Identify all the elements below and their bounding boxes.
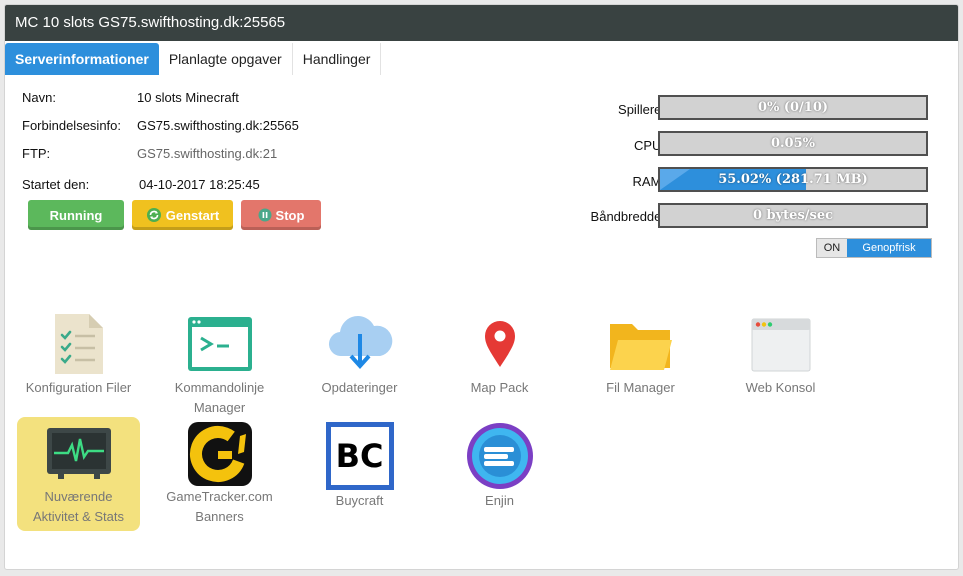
tile-enjin[interactable]: Enjin [438, 417, 561, 517]
tile-gametracker[interactable]: GameTracker.com Banners [158, 417, 281, 531]
cloud-download-icon [328, 316, 392, 369]
started-label: Startet den: [22, 177, 90, 192]
tile-map-pack[interactable]: Map Pack [438, 308, 561, 408]
bandwidth-label: Båndbredde: [590, 209, 665, 224]
gametracker-logo-icon [187, 422, 252, 486]
cpu-bar-text: 0.05% [770, 136, 815, 151]
pause-icon [258, 208, 272, 222]
tile-activity-caption-1: Nuværende [44, 489, 113, 504]
name-value: 10 slots Minecraft [137, 90, 239, 105]
tile-updates-caption: Opdateringer [321, 380, 398, 395]
bandwidth-bar-text: 0 bytes/sec [752, 208, 834, 223]
map-pin-icon [484, 321, 515, 367]
players-bar-text: 0% (0/10) [757, 100, 829, 115]
tile-buycraft[interactable]: BC Buycraft [298, 417, 421, 517]
ftp-label: FTP: [22, 146, 51, 161]
tile-command-caption-2: Manager [193, 400, 246, 415]
tab-handlinger[interactable]: Handlinger [292, 43, 382, 75]
checklist-document-icon [54, 314, 103, 374]
terminal-icon [187, 317, 252, 371]
tile-file-manager-caption: Fil Manager [606, 380, 675, 395]
tile-web-console[interactable]: Web Konsol [719, 308, 842, 408]
refresh-label: Genopfrisk [847, 239, 931, 257]
refresh-toggle[interactable]: ON Genopfrisk [816, 238, 932, 258]
ram-bar: 55.02% (281.71 MB) [658, 167, 928, 192]
running-button[interactable]: Running [28, 200, 124, 230]
tile-gametracker-caption-1: GameTracker.com [166, 489, 273, 504]
running-label: Running [49, 207, 103, 223]
tile-command-caption-1: Kommandolinje [174, 380, 265, 395]
tile-buycraft-caption: Buycraft [335, 493, 384, 508]
refresh-state: ON [817, 239, 847, 257]
tile-current-activity[interactable]: Nuværende Aktivitet & Stats [17, 417, 140, 531]
tab-serverinformationer[interactable]: Serverinformationer [5, 43, 159, 75]
folder-icon [609, 324, 672, 370]
tile-config-files[interactable]: Konfiguration Filer [17, 308, 140, 408]
tile-web-console-caption: Web Konsol [745, 380, 816, 395]
started-value: 04-10-2017 18:25:45 [139, 177, 260, 192]
buycraft-logo-text: BC [330, 427, 389, 485]
tile-activity-caption-2: Aktivitet & Stats [32, 509, 125, 524]
stop-button[interactable]: Stop [241, 200, 321, 230]
tile-gametracker-caption-2: Banners [195, 509, 244, 524]
tile-command-line[interactable]: Kommandolinje Manager [158, 308, 281, 420]
tile-file-manager[interactable]: Fil Manager [579, 308, 702, 408]
browser-window-icon [751, 318, 810, 372]
ftp-value[interactable]: GS75.swifthosting.dk:21 [137, 146, 277, 161]
refresh-icon [146, 208, 161, 222]
tile-enjin-caption: Enjin [485, 493, 514, 508]
restart-label: Genstart [165, 207, 220, 223]
name-label: Navn: [22, 90, 56, 105]
tile-updates[interactable]: Opdateringer [298, 308, 421, 408]
tab-bar: Serverinformationer Planlagte opgaver Ha… [5, 43, 382, 75]
buycraft-logo-icon: BC [325, 422, 394, 490]
stop-label: Stop [275, 207, 305, 223]
monitor-pulse-icon [46, 428, 111, 479]
conn-value: GS75.swifthosting.dk:25565 [137, 118, 299, 133]
bandwidth-bar: 0 bytes/sec [658, 203, 928, 228]
panel-title: MC 10 slots GS75.swifthosting.dk:25565 [5, 5, 958, 41]
tile-config-caption: Konfiguration Filer [25, 380, 132, 395]
enjin-logo-icon [466, 423, 533, 489]
tab-planlagte-opgaver[interactable]: Planlagte opgaver [158, 43, 293, 75]
cpu-bar: 0.05% [658, 131, 928, 156]
conn-label: Forbindelsesinfo: [22, 118, 121, 133]
restart-button[interactable]: Genstart [132, 200, 233, 230]
tile-map-pack-caption: Map Pack [470, 380, 529, 395]
ram-bar-text: 55.02% (281.71 MB) [718, 172, 868, 187]
players-bar: 0% (0/10) [658, 95, 928, 120]
